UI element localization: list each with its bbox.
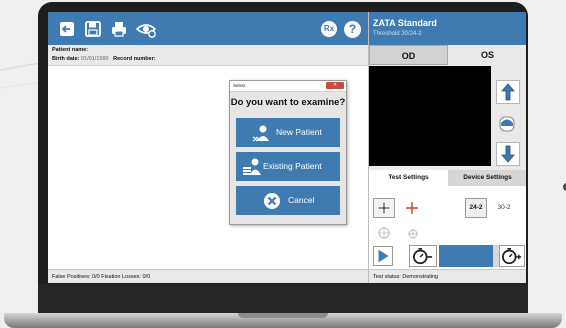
quality-status-bar: False Positives: 0/0 Fixation Losses: 0/… xyxy=(48,269,368,283)
target-small-icon xyxy=(408,229,418,239)
main-toolbar: Rx ? xyxy=(48,12,368,45)
exit-icon[interactable] xyxy=(58,20,76,38)
stopwatch-plus-icon xyxy=(502,248,522,265)
stopwatch-minus-icon xyxy=(413,248,433,265)
fixation-cross-button[interactable] xyxy=(373,198,395,218)
help-button[interactable]: ? xyxy=(344,21,361,38)
existing-patient-label: Existing Patient xyxy=(263,161,322,171)
save-icon[interactable] xyxy=(84,20,102,38)
view-icon[interactable] xyxy=(136,20,156,38)
tab-os[interactable]: OS xyxy=(448,45,526,65)
birth-date-value: 01/01/1980 xyxy=(81,56,109,62)
test-subtitle: Threshold 30/24-2 xyxy=(373,31,422,37)
settings-tabs: Test Settings Device Settings xyxy=(369,170,526,186)
tab-od[interactable]: OD xyxy=(369,45,448,65)
dialog-close-button[interactable]: ✕ xyxy=(326,82,344,89)
headset-button[interactable] xyxy=(496,112,520,136)
existing-patient-button[interactable]: Existing Patient xyxy=(236,152,340,181)
move-up-button[interactable] xyxy=(496,80,520,104)
print-icon[interactable] xyxy=(110,20,128,38)
tab-device-settings[interactable]: Device Settings xyxy=(448,170,526,186)
record-number-label: Record number: xyxy=(113,56,156,62)
cross-icon xyxy=(378,202,390,214)
speed-slider-fill[interactable] xyxy=(439,245,493,267)
test-settings-panel: 24-2 30-2 xyxy=(369,186,526,269)
tab-test-settings[interactable]: Test Settings xyxy=(369,170,448,186)
eye-camera-view xyxy=(369,66,491,166)
program-30-2-button[interactable]: 30-2 xyxy=(493,198,515,218)
new-patient-button[interactable]: New Patient xyxy=(236,118,340,147)
play-icon xyxy=(378,249,389,263)
camera-controls xyxy=(493,66,523,166)
laptop-base-notch xyxy=(238,313,328,318)
cancel-label: Cancel xyxy=(288,195,315,205)
cancel-button[interactable]: Cancel xyxy=(236,186,340,215)
fixation-target-option[interactable] xyxy=(377,226,391,240)
quality-status-text: False Positives: 0/0 Fixation Losses: 0/… xyxy=(52,274,151,280)
patient-info-bar: Patient name: Birth date: 01/01/1980 Rec… xyxy=(48,45,368,66)
play-button[interactable] xyxy=(373,246,393,266)
test-title: ZATA Standard xyxy=(373,18,437,28)
cancel-icon xyxy=(262,191,282,211)
arrow-up-icon xyxy=(501,83,515,101)
target-icon xyxy=(378,227,390,239)
new-patient-label: New Patient xyxy=(276,127,322,137)
arrow-down-icon xyxy=(501,145,515,163)
dialog-question: Do you want to examine? xyxy=(230,97,346,108)
speed-down-button[interactable] xyxy=(409,245,437,267)
select-dialog: Select ✕ Do you want to examine? New Pat… xyxy=(229,80,347,225)
fixation-target-small-option[interactable] xyxy=(407,228,419,240)
right-panel: ZATA Standard Threshold 30/24-2 OD OS Te… xyxy=(368,12,526,283)
speed-up-button[interactable] xyxy=(499,245,525,267)
headset-icon xyxy=(499,116,515,132)
red-cross-icon xyxy=(406,202,418,214)
patient-name-label: Patient name: xyxy=(52,47,89,53)
birth-date-label: Birth date: xyxy=(52,56,80,62)
existing-patient-icon xyxy=(242,157,262,177)
fixation-red-cross-option[interactable] xyxy=(404,200,420,216)
test-status-bar: Test status: Demonstrating xyxy=(369,269,526,283)
dialog-title: Select xyxy=(233,83,246,88)
rx-button[interactable]: Rx xyxy=(321,21,337,37)
app-screen: Rx ? Patient name: Birth date: 01/01/198… xyxy=(48,12,526,283)
new-patient-icon xyxy=(252,123,272,143)
eye-tabs: OD OS xyxy=(369,45,526,65)
move-down-button[interactable] xyxy=(496,142,520,166)
test-status-text: Test status: Demonstrating xyxy=(373,274,439,280)
dialog-titlebar: Select ✕ xyxy=(230,81,346,92)
program-24-2-button[interactable]: 24-2 xyxy=(465,198,487,218)
test-header: ZATA Standard Threshold 30/24-2 xyxy=(369,12,526,45)
